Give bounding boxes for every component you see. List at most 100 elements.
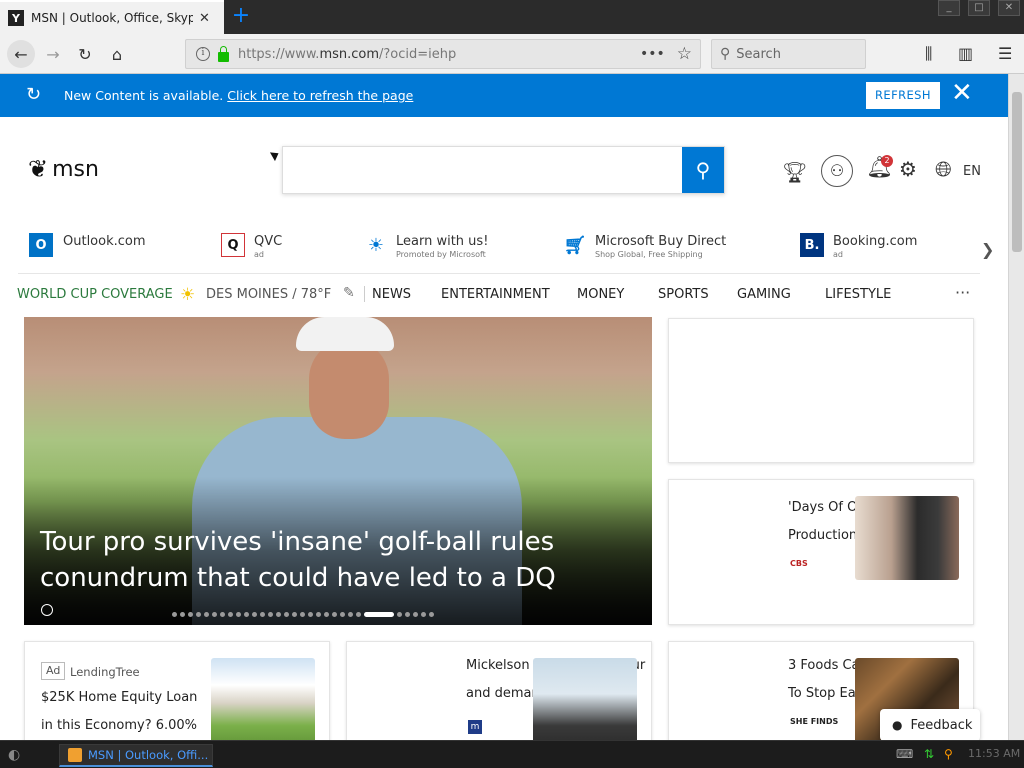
- carousel-dots: [172, 612, 434, 617]
- taskbar-item-browser[interactable]: MSN | Outlook, Offi...: [59, 744, 213, 767]
- forward-button[interactable]: →: [39, 40, 67, 68]
- weather-location[interactable]: DES MOINES / 78°F: [206, 287, 331, 302]
- feedback-button[interactable]: ● Feedback: [880, 709, 980, 741]
- nav-news[interactable]: NEWS: [372, 287, 411, 302]
- nav-sports[interactable]: SPORTS: [658, 287, 709, 302]
- carousel-dot[interactable]: [252, 612, 257, 617]
- shopping-cart-icon: 🛒︎: [563, 234, 587, 256]
- rewards-trophy-icon[interactable]: 🏆︎: [782, 160, 807, 184]
- arrow-right-icon: →: [46, 44, 60, 64]
- close-window-button[interactable]: ✕: [998, 0, 1020, 16]
- story-card[interactable]: Mickelson BLASTS PGA tour and demands 'p…: [346, 641, 652, 751]
- browser-search-input[interactable]: ⚲ Search: [711, 39, 866, 69]
- nav-lifestyle[interactable]: LIFESTYLE: [825, 287, 891, 302]
- network-icon[interactable]: ⇅: [924, 747, 934, 761]
- menu-icon[interactable]: ☰: [998, 44, 1012, 63]
- msn-logo[interactable]: ❦ msn: [28, 155, 99, 183]
- carousel-dot[interactable]: [292, 612, 297, 617]
- carousel-dot[interactable]: [204, 612, 209, 617]
- carousel-dot-active[interactable]: [364, 612, 394, 617]
- bookmark-star-icon[interactable]: ☆: [677, 44, 692, 64]
- story-card[interactable]: 'Days Of Our Lives' Production ... Expec…: [668, 479, 974, 625]
- search-tray-icon[interactable]: ⚲: [944, 747, 953, 761]
- more-menu-icon[interactable]: ···: [955, 283, 970, 302]
- banner-text: New Content is available. Click here to …: [64, 88, 414, 103]
- msn-search-input[interactable]: ⚲: [282, 146, 725, 194]
- sign-in-avatar-icon[interactable]: ⚇: [821, 155, 853, 187]
- carousel-dot[interactable]: [413, 612, 418, 617]
- quick-link-outlook[interactable]: O Outlook.com: [29, 233, 146, 257]
- hero-story-card[interactable]: Tour pro survives 'insane' golf-ball rul…: [24, 317, 652, 625]
- nav-entertainment[interactable]: ENTERTAINMENT: [441, 287, 550, 302]
- carousel-dot[interactable]: [332, 612, 337, 617]
- msn-wordmark: msn: [52, 156, 99, 182]
- carousel-dot[interactable]: [284, 612, 289, 617]
- edit-pencil-icon[interactable]: ✎: [343, 285, 355, 301]
- carousel-dot[interactable]: [348, 612, 353, 617]
- carousel-dot[interactable]: [228, 612, 233, 617]
- sidebar-icon[interactable]: ▥: [958, 44, 973, 63]
- keyboard-icon[interactable]: ⌨: [896, 747, 913, 761]
- nav-gaming[interactable]: GAMING: [737, 287, 791, 302]
- settings-gear-icon[interactable]: ⚙: [899, 157, 917, 181]
- tab-close-icon[interactable]: ✕: [199, 11, 210, 26]
- carousel-dot[interactable]: [324, 612, 329, 617]
- ad-title[interactable]: $25K Home Equity Loan in this Economy? 6…: [41, 684, 201, 740]
- quick-link-booking[interactable]: B. Booking.com ad: [800, 233, 917, 260]
- library-icon[interactable]: ⫼: [925, 44, 932, 64]
- ad-badge: Ad: [41, 662, 66, 680]
- url-text[interactable]: https://www.msn.com/?ocid=iehp: [238, 47, 640, 62]
- language-code[interactable]: EN: [963, 164, 981, 179]
- carousel-dot[interactable]: [405, 612, 410, 617]
- carousel-dot[interactable]: [188, 612, 193, 617]
- msn-search-button[interactable]: ⚲: [682, 147, 724, 193]
- refresh-link[interactable]: Click here to refresh the page: [227, 88, 413, 103]
- carousel-dot[interactable]: [196, 612, 201, 617]
- carousel-dot[interactable]: [340, 612, 345, 617]
- site-info-icon[interactable]: i: [196, 47, 210, 61]
- carousel-dot[interactable]: [429, 612, 434, 617]
- carousel-dot[interactable]: [212, 612, 217, 617]
- address-bar[interactable]: i https://www.msn.com/?ocid=iehp ••• ☆: [185, 39, 701, 69]
- carousel-dot[interactable]: [172, 612, 177, 617]
- vertical-scrollbar[interactable]: [1008, 74, 1024, 740]
- carousel-dot[interactable]: [236, 612, 241, 617]
- carousel-dot[interactable]: [244, 612, 249, 617]
- chevron-right-icon[interactable]: ❯: [981, 240, 994, 259]
- language-globe-icon[interactable]: 🌐︎: [935, 157, 952, 182]
- carousel-dot[interactable]: [220, 612, 225, 617]
- carousel-dot[interactable]: [316, 612, 321, 617]
- carousel-dot[interactable]: [308, 612, 313, 617]
- carousel-dot[interactable]: [356, 612, 361, 617]
- back-button[interactable]: ←: [7, 40, 35, 68]
- refresh-button[interactable]: REFRESH: [866, 82, 940, 109]
- quick-link-microsoft-buy[interactable]: 🛒︎ Microsoft Buy Direct Shop Global, Free…: [563, 233, 727, 260]
- world-cup-link[interactable]: WORLD CUP COVERAGE: [17, 287, 173, 302]
- source-logo-icon: CBS: [790, 559, 808, 568]
- page-actions-icon[interactable]: •••: [640, 46, 665, 62]
- scrollbar-thumb[interactable]: [1012, 92, 1022, 252]
- close-banner-icon[interactable]: ✕: [951, 78, 973, 108]
- maximize-button[interactable]: □: [968, 0, 990, 16]
- hero-title[interactable]: Tour pro survives 'insane' golf-ball rul…: [40, 524, 600, 596]
- reload-icon: ↻: [78, 44, 92, 64]
- minimize-button[interactable]: _: [938, 0, 960, 16]
- carousel-dot[interactable]: [260, 612, 265, 617]
- new-tab-button[interactable]: +: [229, 3, 253, 29]
- story-thumbnail: [533, 658, 637, 748]
- quick-link-qvc[interactable]: Q QVC ad: [221, 233, 282, 260]
- start-menu-icon[interactable]: ◐: [8, 747, 20, 763]
- carousel-dot[interactable]: [421, 612, 426, 617]
- carousel-dot[interactable]: [180, 612, 185, 617]
- carousel-dot[interactable]: [268, 612, 273, 617]
- carousel-dot[interactable]: [276, 612, 281, 617]
- home-button[interactable]: ⌂: [103, 40, 131, 68]
- ad-card[interactable]: Ad LendingTree $25K Home Equity Loan in …: [24, 641, 330, 751]
- tab-title: MSN | Outlook, Office, Skype: [31, 11, 193, 25]
- quick-link-learn[interactable]: ☀ Learn with us! Promoted by Microsoft: [364, 233, 488, 260]
- browser-tab-msn[interactable]: Y MSN | Outlook, Office, Skype ✕: [0, 0, 224, 34]
- carousel-dot[interactable]: [397, 612, 402, 617]
- reload-button[interactable]: ↻: [71, 40, 99, 68]
- carousel-dot[interactable]: [300, 612, 305, 617]
- nav-money[interactable]: MONEY: [577, 287, 624, 302]
